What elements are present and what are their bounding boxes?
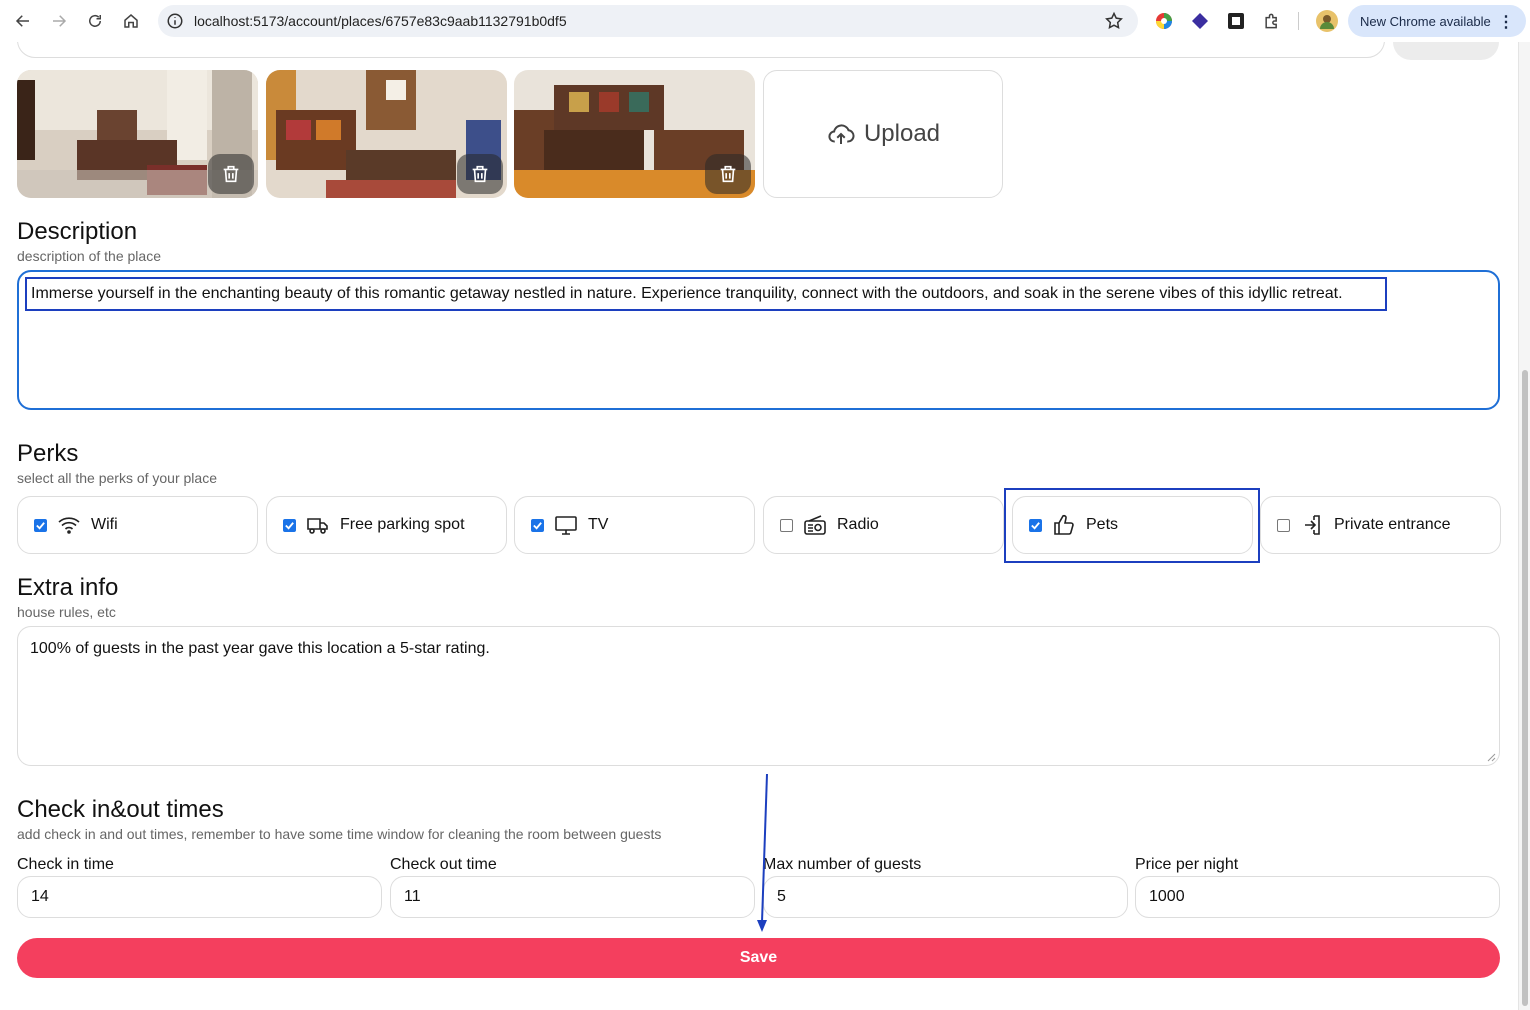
perk-private-entrance[interactable]: Private entrance	[1260, 496, 1501, 554]
perk-checkbox[interactable]	[531, 518, 544, 532]
radio-icon	[804, 515, 826, 535]
update-label: New Chrome available	[1360, 13, 1491, 29]
photo-2	[266, 70, 507, 198]
page-scrollbar[interactable]	[1518, 42, 1530, 1010]
description-heading: Description	[17, 218, 138, 245]
place-form-page: Upload Description description of the pl…	[0, 42, 1518, 1010]
layers-extension-icon[interactable]	[1190, 11, 1210, 31]
perks-subtitle: select all the perks of your place	[17, 470, 217, 486]
perk-wifi[interactable]: Wifi	[17, 496, 258, 554]
checkout-label: Check out time	[390, 856, 497, 873]
times-subtitle: add check in and out times, remember to …	[17, 826, 662, 842]
puzzle-extensions-icon[interactable]	[1262, 11, 1282, 31]
annotation-highlight-box	[25, 277, 1387, 311]
perk-label: Free parking spot	[340, 516, 465, 533]
photo-link-input[interactable]	[17, 42, 1385, 58]
home-icon[interactable]	[117, 7, 145, 35]
entrance-icon	[1305, 515, 1320, 535]
checkin-label: Check in time	[17, 856, 114, 873]
delete-photo-button[interactable]	[705, 154, 751, 194]
extra-info-textarea[interactable]: 100% of guests in the past year gave thi…	[17, 626, 1500, 766]
checkout-input[interactable]: 11	[390, 876, 755, 918]
perk-checkbox[interactable]	[34, 518, 47, 532]
profile-avatar[interactable]	[1316, 10, 1338, 32]
site-info-icon[interactable]	[166, 12, 184, 30]
url-text[interactable]: localhost:5173/account/places/6757e83c9a…	[194, 13, 567, 29]
photo-1	[17, 70, 258, 198]
max-guests-label: Max number of guests	[763, 856, 922, 873]
bookmark-star-icon[interactable]	[1104, 11, 1124, 31]
back-icon[interactable]	[9, 7, 37, 35]
frame-extension-icon[interactable]	[1226, 11, 1246, 31]
annotation-highlight-box	[1004, 488, 1260, 563]
reload-icon[interactable]	[81, 7, 109, 35]
perk-checkbox[interactable]	[283, 518, 296, 532]
price-input[interactable]: 1000	[1135, 876, 1500, 918]
delete-photo-button[interactable]	[457, 154, 503, 194]
truck-icon	[307, 518, 328, 534]
more-menu-icon[interactable]: ⋮	[1498, 12, 1514, 32]
description-subtitle: description of the place	[17, 248, 161, 264]
price-label: Price per night	[1135, 856, 1239, 873]
checkin-input[interactable]: 14	[17, 876, 382, 918]
address-bar[interactable]: localhost:5173/account/places/6757e83c9a…	[158, 5, 1138, 37]
color-extension-icon[interactable]	[1154, 11, 1174, 31]
perk-radio[interactable]: Radio	[763, 496, 1004, 554]
resize-handle-icon[interactable]	[1486, 752, 1496, 762]
trash-icon	[720, 165, 736, 183]
forward-icon[interactable]	[45, 7, 73, 35]
browser-toolbar: localhost:5173/account/places/6757e83c9a…	[0, 0, 1530, 42]
cloud-upload-icon	[828, 124, 855, 144]
perk-label: Private entrance	[1334, 516, 1451, 533]
delete-photo-button[interactable]	[208, 154, 254, 194]
perk-label: Radio	[837, 516, 879, 533]
upload-label: Upload	[863, 120, 941, 147]
monitor-icon	[555, 516, 577, 535]
extra-info-heading: Extra info	[17, 574, 119, 601]
extra-info-subtitle: house rules, etc	[17, 604, 116, 620]
new-chrome-available-button[interactable]: New Chrome available ⋮	[1348, 5, 1526, 37]
perk-tv[interactable]: TV	[514, 496, 755, 554]
trash-icon	[223, 165, 239, 183]
add-photo-button[interactable]	[1393, 42, 1499, 60]
scrollbar-thumb[interactable]	[1522, 370, 1528, 1006]
times-heading: Check in&out times	[17, 796, 224, 823]
photo-3	[514, 70, 755, 198]
perk-free-parking[interactable]: Free parking spot	[266, 496, 507, 554]
perk-checkbox[interactable]	[1277, 518, 1290, 532]
upload-button[interactable]: Upload	[763, 70, 1003, 198]
max-guests-input[interactable]: 5	[763, 876, 1128, 918]
extra-info-text: 100% of guests in the past year gave thi…	[30, 640, 490, 657]
perk-label: TV	[588, 516, 609, 533]
wifi-icon	[58, 517, 80, 534]
trash-icon	[472, 165, 488, 183]
perk-label: Wifi	[91, 516, 118, 533]
perks-heading: Perks	[17, 440, 79, 467]
perk-checkbox[interactable]	[780, 518, 793, 532]
save-button[interactable]: Save	[17, 938, 1500, 978]
toolbar-divider	[1298, 12, 1299, 30]
